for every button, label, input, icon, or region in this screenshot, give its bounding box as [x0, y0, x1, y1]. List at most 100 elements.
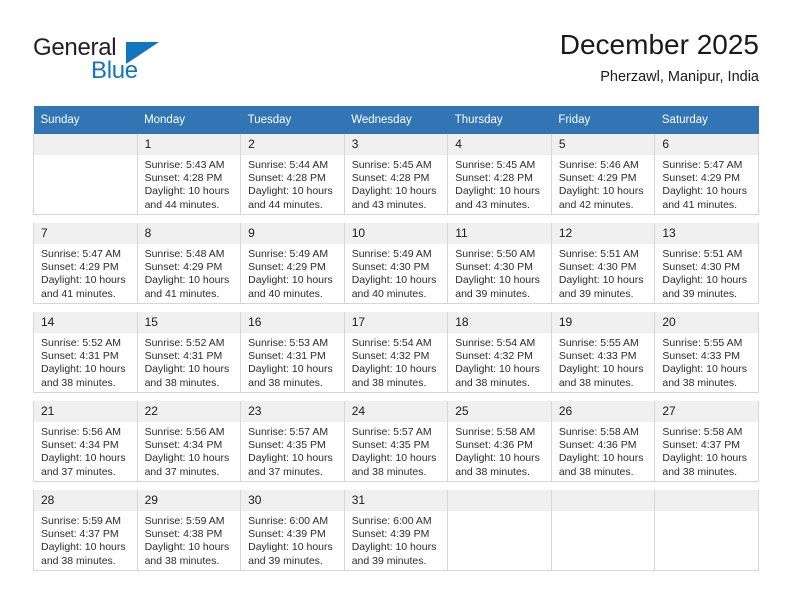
calendar-day-cell[interactable]: 7 Sunrise: 5:47 AM Sunset: 4:29 PM Daylight… — [33, 223, 138, 304]
calendar-day-cell[interactable]: 30 Sunrise: 6:00 AM Sunset: 4:39 PM Dayligh… — [240, 490, 345, 571]
calendar-day-cell[interactable]: 18 Sunrise: 5:54 AM Sunset: 4:32 PM Dayligh… — [447, 312, 552, 393]
daylight-text: and 38 minutes. — [558, 376, 634, 389]
calendar-day-cell[interactable]: 8 Sunrise: 5:48 AM Sunset: 4:29 PM Daylight… — [136, 223, 242, 304]
day-number: 16 — [241, 312, 344, 333]
daylight-text: Daylight: 10 hours — [455, 452, 540, 465]
weekday-header-monday: Monday — [137, 106, 241, 134]
week-separator — [33, 392, 759, 401]
day-number: 3 — [344, 134, 448, 155]
calendar-day-cell[interactable]: 15 Sunrise: 5:52 AM Sunset: 4:31 PM Dayligh… — [136, 312, 242, 393]
sunrise-text: Sunrise: 5:57 AM — [351, 426, 432, 438]
sunset-text: Sunset: 4:28 PM — [455, 172, 533, 185]
sunset-text: Sunset: 4:31 PM — [248, 350, 326, 363]
day-info: Sunrise: 6:00 AM Sunset: 4:39 PM Daylight:… — [241, 511, 344, 568]
logo-text-blue: Blue — [91, 57, 138, 84]
day-info: Sunrise: 5:51 AM Sunset: 4:30 PM Daylight:… — [552, 244, 655, 301]
calendar-day-cell[interactable]: 13 Sunrise: 5:51 AM Sunset: 4:30 PM Dayligh… — [654, 223, 759, 304]
daylight-text: and 42 minutes. — [558, 198, 634, 211]
sunrise-text: Sunrise: 5:48 AM — [144, 248, 225, 260]
calendar-day-cell[interactable]: 5 Sunrise: 5:46 AM Sunset: 4:29 PM Daylight… — [550, 134, 656, 215]
daylight-text: and 37 minutes. — [41, 465, 116, 478]
sunset-text: Sunset: 4:37 PM — [41, 528, 119, 541]
calendar-day-cell[interactable]: 1 Sunrise: 5:43 AM Sunset: 4:28 PM Daylight… — [136, 134, 242, 215]
sunrise-text: Sunrise: 5:58 AM — [662, 426, 743, 438]
day-info: Sunrise: 5:58 AM Sunset: 4:37 PM Daylight:… — [655, 422, 758, 479]
calendar-day-cell[interactable]: 9 Sunrise: 5:49 AM Sunset: 4:29 PM Daylight… — [240, 223, 345, 304]
calendar-day-cell[interactable]: 12 Sunrise: 5:51 AM Sunset: 4:30 PM Dayligh… — [550, 223, 656, 304]
calendar-day-cell[interactable]: 6 Sunrise: 5:47 AM Sunset: 4:29 PM Daylight… — [654, 134, 759, 215]
day-info: Sunrise: 5:45 AM Sunset: 4:28 PM Daylight:… — [345, 155, 448, 212]
day-info: Sunrise: 5:48 AM Sunset: 4:29 PM Daylight:… — [138, 244, 241, 301]
day-info: Sunrise: 5:59 AM Sunset: 4:38 PM Daylight:… — [138, 511, 241, 568]
sunset-text: Sunset: 4:32 PM — [455, 350, 533, 363]
daylight-text: Daylight: 10 hours — [144, 541, 230, 554]
day-number: 8 — [137, 223, 241, 244]
sunrise-text: Sunrise: 5:58 AM — [558, 426, 639, 438]
sunset-text: Sunset: 4:31 PM — [41, 350, 119, 363]
calendar-day-cell[interactable]: 2 Sunrise: 5:44 AM Sunset: 4:28 PM Daylight… — [240, 134, 345, 215]
sunrise-text: Sunrise: 5:58 AM — [455, 426, 536, 438]
calendar-day-cell[interactable]: 16 Sunrise: 5:53 AM Sunset: 4:31 PM Dayligh… — [240, 312, 345, 393]
week-separator-cell — [33, 303, 759, 312]
calendar-day-cell[interactable]: 25 Sunrise: 5:58 AM Sunset: 4:36 PM Dayligh… — [447, 401, 552, 482]
calendar-day-cell[interactable]: 11 Sunrise: 5:50 AM Sunset: 4:30 PM Dayligh… — [447, 223, 552, 304]
calendar-week-row: 21 Sunrise: 5:56 AM Sunset: 4:34 PM Dayligh… — [33, 401, 759, 482]
week-separator-cell — [33, 481, 759, 490]
daylight-text: and 38 minutes. — [662, 376, 738, 389]
daylight-text: and 40 minutes. — [248, 287, 323, 300]
title-block: December 2025 Pherzawl, Manipur, India — [560, 28, 759, 87]
calendar-day-cell[interactable]: 4 Sunrise: 5:45 AM Sunset: 4:28 PM Daylight… — [447, 134, 552, 215]
calendar-day-cell[interactable]: 20 Sunrise: 5:55 AM Sunset: 4:33 PM Dayligh… — [654, 312, 759, 393]
daylight-text: and 38 minutes. — [248, 376, 323, 389]
daylight-text: and 40 minutes. — [351, 287, 427, 300]
sunrise-text: Sunrise: 5:54 AM — [455, 337, 536, 349]
calendar-day-cell[interactable]: 27 Sunrise: 5:58 AM Sunset: 4:37 PM Dayligh… — [654, 401, 759, 482]
calendar-day-cell[interactable]: 22 Sunrise: 5:56 AM Sunset: 4:34 PM Dayligh… — [136, 401, 242, 482]
day-number: 22 — [137, 401, 241, 422]
calendar-day-cell[interactable]: 10 Sunrise: 5:49 AM Sunset: 4:30 PM Dayligh… — [343, 223, 449, 304]
day-info: Sunrise: 5:57 AM Sunset: 4:35 PM Daylight:… — [241, 422, 344, 479]
daylight-text: Daylight: 10 hours — [558, 185, 644, 198]
calendar-day-cell[interactable]: 24 Sunrise: 5:57 AM Sunset: 4:35 PM Dayligh… — [343, 401, 449, 482]
sunrise-text: Sunrise: 6:00 AM — [351, 515, 432, 527]
sunset-text: Sunset: 4:37 PM — [662, 439, 741, 452]
calendar-day-cell[interactable]: 23 Sunrise: 5:57 AM Sunset: 4:35 PM Dayligh… — [240, 401, 345, 482]
sunrise-text: Sunrise: 5:55 AM — [662, 337, 743, 349]
calendar-day-cell[interactable]: 28 Sunrise: 5:59 AM Sunset: 4:37 PM Dayligh… — [33, 490, 138, 571]
weekday-header-thursday: Thursday — [447, 106, 552, 134]
calendar-day-cell[interactable]: 3 Sunrise: 5:45 AM Sunset: 4:28 PM Daylight… — [343, 134, 449, 215]
day-info: Sunrise: 5:45 AM Sunset: 4:28 PM Daylight:… — [448, 155, 551, 212]
page-header: General Blue December 2025 Pherzawl, Man… — [33, 28, 759, 96]
calendar-day-cell[interactable]: 21 Sunrise: 5:56 AM Sunset: 4:34 PM Dayligh… — [33, 401, 138, 482]
day-info: Sunrise: 5:49 AM Sunset: 4:30 PM Daylight:… — [345, 244, 448, 301]
daylight-text: and 38 minutes. — [41, 376, 116, 389]
daylight-text: Daylight: 10 hours — [248, 452, 333, 465]
sunrise-text: Sunrise: 5:46 AM — [558, 159, 639, 171]
calendar-day-cell[interactable]: 17 Sunrise: 5:54 AM Sunset: 4:32 PM Dayligh… — [343, 312, 449, 393]
day-info: Sunrise: 5:56 AM Sunset: 4:34 PM Daylight:… — [34, 422, 137, 479]
day-info: Sunrise: 5:50 AM Sunset: 4:30 PM Daylight:… — [448, 244, 551, 301]
general-blue-logo[interactable]: General Blue — [33, 34, 183, 92]
daylight-text: Daylight: 10 hours — [248, 185, 333, 198]
calendar-day-cell[interactable]: 19 Sunrise: 5:55 AM Sunset: 4:33 PM Dayligh… — [550, 312, 656, 393]
daylight-text: Daylight: 10 hours — [558, 274, 644, 287]
daylight-text: Daylight: 10 hours — [455, 363, 540, 376]
calendar-cell-empty — [447, 490, 552, 571]
daylight-text: Daylight: 10 hours — [248, 541, 333, 554]
sunset-text: Sunset: 4:39 PM — [248, 528, 326, 541]
calendar-day-cell[interactable]: 29 Sunrise: 5:59 AM Sunset: 4:38 PM Dayligh… — [136, 490, 242, 571]
week-separator — [33, 303, 759, 312]
sunrise-text: Sunrise: 5:54 AM — [351, 337, 432, 349]
calendar-day-cell[interactable]: 31 Sunrise: 6:00 AM Sunset: 4:39 PM Dayligh… — [343, 490, 449, 571]
sunrise-text: Sunrise: 5:44 AM — [248, 159, 329, 171]
sunrise-text: Sunrise: 5:56 AM — [144, 426, 225, 438]
day-info: Sunrise: 5:58 AM Sunset: 4:36 PM Daylight:… — [448, 422, 551, 479]
day-number: 18 — [448, 312, 551, 333]
calendar-cell-empty — [33, 134, 138, 215]
day-info: Sunrise: 5:54 AM Sunset: 4:32 PM Daylight:… — [448, 333, 551, 390]
calendar-day-cell[interactable]: 14 Sunrise: 5:52 AM Sunset: 4:31 PM Dayligh… — [33, 312, 138, 393]
calendar-day-cell[interactable]: 26 Sunrise: 5:58 AM Sunset: 4:36 PM Dayligh… — [550, 401, 656, 482]
calendar-page: General Blue December 2025 Pherzawl, Man… — [0, 0, 792, 612]
day-info: Sunrise: 5:57 AM Sunset: 4:35 PM Daylight:… — [345, 422, 448, 479]
daylight-text: and 41 minutes. — [144, 287, 220, 300]
